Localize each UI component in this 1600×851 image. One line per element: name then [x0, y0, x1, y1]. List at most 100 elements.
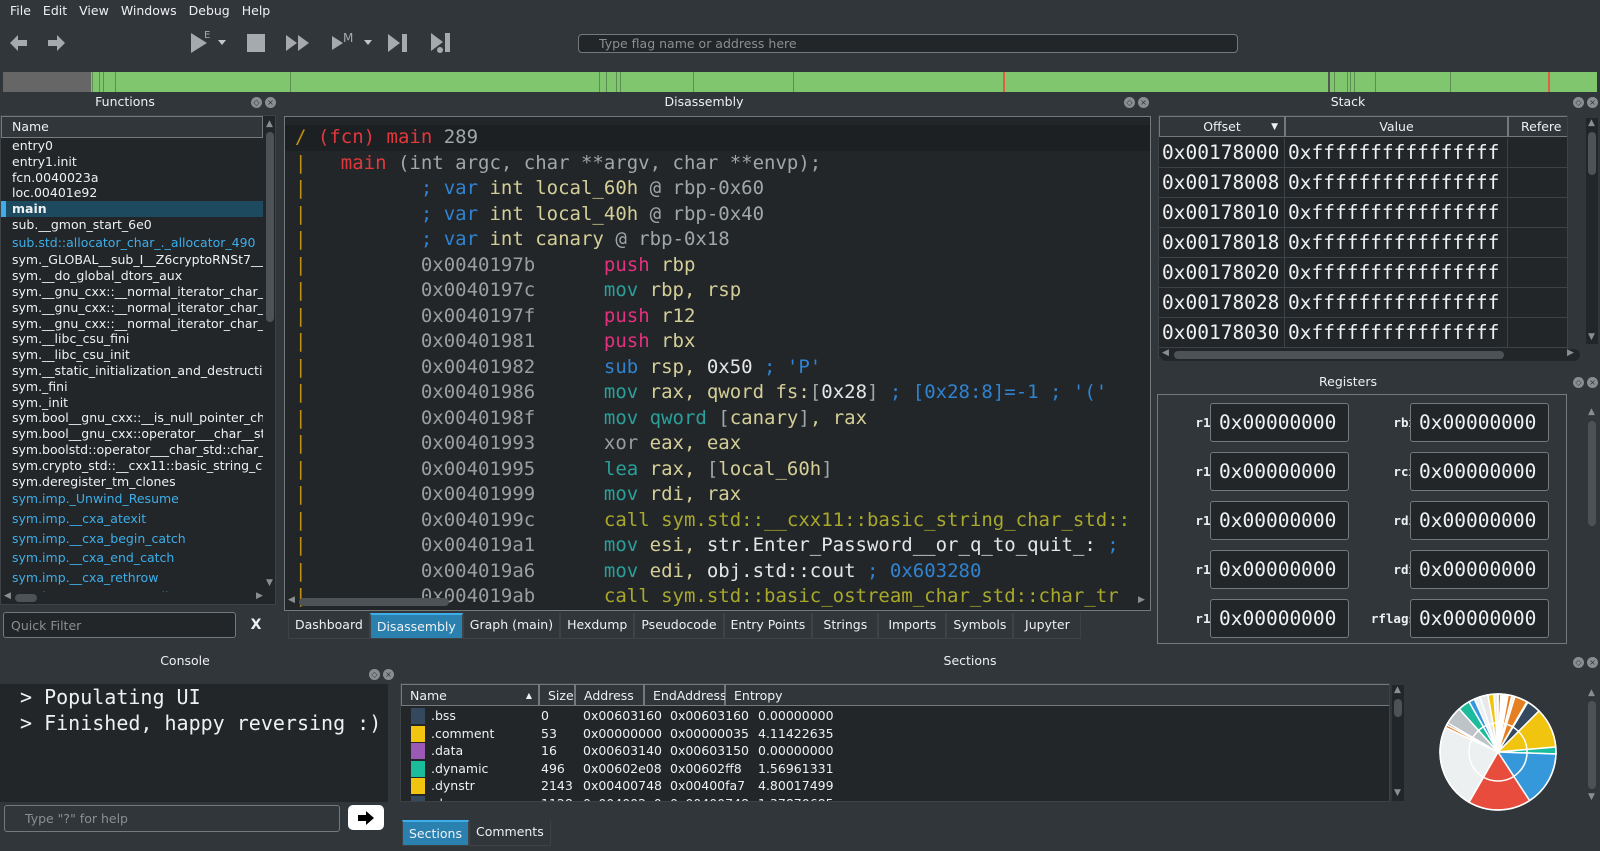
- scroll-thumb[interactable]: [1394, 699, 1402, 717]
- scroll-thumb[interactable]: [266, 132, 274, 322]
- register-value-field[interactable]: 0x00000000: [1410, 452, 1549, 491]
- registers-vscrollbar[interactable]: ▲: [1586, 407, 1598, 643]
- function-item[interactable]: sym.imp.__cxa_rethrow: [1, 568, 263, 588]
- tab-strings[interactable]: Strings: [812, 613, 879, 639]
- section-row[interactable]: .data 16 0x00603140 0x00603150 0.00000000: [401, 742, 1389, 760]
- close-icon[interactable]: ×: [265, 97, 276, 108]
- scroll-left-icon[interactable]: ◀: [288, 595, 295, 605]
- menu-view[interactable]: View: [73, 3, 115, 18]
- stack-row[interactable]: 0x00178028 0xffffffffffffffff: [1159, 288, 1567, 318]
- continue-button[interactable]: [284, 30, 312, 56]
- function-item[interactable]: sym.__gnu_cxx::__normal_iterator_char__s…: [1, 316, 263, 332]
- disassembly-line[interactable]: | 0x00401986 mov rax, qword fs:[0x28] ; …: [285, 380, 1150, 406]
- function-item[interactable]: sym.imp._Unwind_Resume: [1, 489, 263, 509]
- menu-help[interactable]: Help: [236, 3, 277, 18]
- function-item[interactable]: sym.__do_global_dtors_aux: [1, 268, 263, 284]
- sections-address-header[interactable]: Address: [575, 684, 644, 706]
- close-icon[interactable]: ×: [1138, 97, 1149, 108]
- disassembly-line[interactable]: | ; var int local_40h @ rbp-0x40: [285, 202, 1150, 228]
- disassembly-line[interactable]: | 0x00401993 xor eax, eax: [285, 431, 1150, 457]
- close-icon[interactable]: ×: [1587, 377, 1598, 388]
- scroll-right-icon[interactable]: ▶: [1567, 348, 1574, 358]
- function-item[interactable]: sym._GLOBAL__sub_I__Z6cryptoRNSt7__cxx: [1, 252, 263, 268]
- function-item[interactable]: entry0: [1, 138, 263, 154]
- disassembly-line[interactable]: | 0x0040197f push r12: [285, 304, 1150, 330]
- disassembly-line[interactable]: | ; var int canary @ rbp-0x18: [285, 227, 1150, 253]
- function-item[interactable]: sym._init: [1, 395, 263, 411]
- register-value-field[interactable]: 0x00000000: [1210, 599, 1349, 638]
- functions-name-header[interactable]: Name: [1, 116, 263, 138]
- disassembly-line[interactable]: | main (int argc, char **argv, char **en…: [285, 151, 1150, 177]
- stack-row[interactable]: 0x00178010 0xffffffffffffffff: [1159, 198, 1567, 228]
- scroll-up-icon[interactable]: ▲: [1588, 688, 1595, 698]
- disassembly-line[interactable]: | 0x0040198f mov qword [canary], rax: [285, 406, 1150, 432]
- section-row[interactable]: .bss 0 0x00603160 0x00603160 0.00000000: [401, 707, 1389, 725]
- function-item[interactable]: sym.__gnu_cxx::__normal_iterator_char__s…: [1, 284, 263, 300]
- register-value-field[interactable]: 0x00000000: [1210, 501, 1349, 540]
- sections-pie-chart[interactable]: [1438, 692, 1558, 812]
- stop-button[interactable]: [243, 30, 269, 56]
- function-item[interactable]: sym.deregister_tm_clones: [1, 474, 263, 490]
- stack-value[interactable]: 0xffffffffffffffff: [1285, 228, 1508, 258]
- pie-vscrollbar[interactable]: ▲ ▼: [1586, 688, 1598, 804]
- stack-value-header[interactable]: Value: [1285, 116, 1508, 137]
- section-row[interactable]: .dynstr 2143 0x00400748 0x00400fa7 4.8001749…: [401, 777, 1389, 795]
- function-header-line[interactable]: / (fcn) main 289: [285, 125, 1150, 151]
- tab-comments[interactable]: Comments: [468, 820, 551, 846]
- tab-hexdump[interactable]: Hexdump: [560, 613, 635, 639]
- float-icon[interactable]: ◇: [1124, 97, 1135, 108]
- scroll-up-icon[interactable]: ▲: [1394, 685, 1401, 695]
- section-row[interactable]: .dynsym 1128 0x004002e0 0x00400748 1.3787068…: [401, 795, 1389, 801]
- function-item[interactable]: loc.00401e92: [1, 185, 263, 201]
- stack-value[interactable]: 0xffffffffffffffff: [1285, 138, 1508, 168]
- function-item[interactable]: sym.boolstd::operator___char_std::char_t…: [1, 442, 263, 458]
- float-icon[interactable]: ◇: [1573, 657, 1584, 668]
- disassembly-line[interactable]: | ; var int local_60h @ rbp-0x60: [285, 176, 1150, 202]
- tab-imports[interactable]: Imports: [878, 613, 947, 639]
- stack-row[interactable]: 0x00178030 0xffffffffffffffff: [1159, 318, 1567, 348]
- tab-pseudocode[interactable]: Pseudocode: [634, 613, 724, 639]
- stack-offset-header[interactable]: Offset ▼: [1159, 116, 1285, 137]
- stack-reference-header[interactable]: Refere: [1508, 116, 1567, 137]
- scroll-thumb[interactable]: [1588, 701, 1596, 789]
- disassembly-line[interactable]: | 0x00401981 push rbx: [285, 329, 1150, 355]
- function-item[interactable]: sym.__libc_csu_init: [1, 347, 263, 363]
- start-emulation-button[interactable]: E: [186, 30, 216, 56]
- tab-disassembly[interactable]: Disassembly: [369, 613, 463, 639]
- function-item[interactable]: sym.__gnu_cxx::__normal_iterator_char__s…: [1, 300, 263, 316]
- register-value-field[interactable]: 0x00000000: [1410, 403, 1549, 442]
- disassembly-line[interactable]: | 0x004019a1 mov esi, str.Enter_Password…: [285, 533, 1150, 559]
- step-button[interactable]: [385, 30, 411, 56]
- stack-vscrollbar[interactable]: ▲ ▼: [1586, 118, 1598, 344]
- function-item[interactable]: sym.crypto_std::__cxx11::basic_string_ch…: [1, 458, 263, 474]
- tab-entry-points[interactable]: Entry Points: [723, 613, 813, 639]
- close-icon[interactable]: ×: [1587, 657, 1598, 668]
- disassembly-line[interactable]: | 0x00401999 mov rdi, rax: [285, 482, 1150, 508]
- scroll-down-icon[interactable]: ▼: [1588, 332, 1595, 342]
- scroll-left-icon[interactable]: ◀: [4, 591, 11, 601]
- function-item[interactable]: sym.imp.__cxa_begin_catch: [1, 529, 263, 549]
- function-item[interactable]: sym.__static_initialization_and_destruct…: [1, 363, 263, 379]
- register-value-field[interactable]: 0x00000000: [1210, 403, 1349, 442]
- scroll-down-icon[interactable]: ▼: [1394, 788, 1401, 798]
- sections-endaddress-header[interactable]: EndAddress: [644, 684, 727, 706]
- register-value-field[interactable]: 0x00000000: [1410, 501, 1549, 540]
- close-icon[interactable]: ×: [383, 669, 394, 680]
- stack-row[interactable]: 0x00178018 0xffffffffffffffff: [1159, 228, 1567, 258]
- stack-value[interactable]: 0xffffffffffffffff: [1285, 198, 1508, 228]
- function-item[interactable]: fcn.0040023a: [1, 170, 263, 186]
- disassembly-line[interactable]: | 0x0040197b push rbp: [285, 253, 1150, 279]
- function-item[interactable]: sym.imp.__cxa_end_catch: [1, 548, 263, 568]
- float-icon[interactable]: ◇: [369, 669, 380, 680]
- step-over-button[interactable]: [428, 30, 454, 56]
- flag-address-input[interactable]: [578, 34, 1238, 53]
- tab-graph-main[interactable]: Graph (main): [462, 613, 561, 639]
- function-item[interactable]: entry1.init: [1, 154, 263, 170]
- function-item[interactable]: sym.bool__gnu_cxx::__is_null_pointer_cha…: [1, 410, 263, 426]
- continue-until-dropdown[interactable]: [361, 30, 375, 56]
- float-icon[interactable]: ◇: [1573, 377, 1584, 388]
- disassembly-view[interactable]: / (fcn) main 289 | main (int argc, char *…: [284, 116, 1151, 611]
- disassembly-line[interactable]: | 0x0040199c call sym.std::__cxx11::basi…: [285, 508, 1150, 534]
- scroll-thumb[interactable]: [1588, 132, 1596, 175]
- menu-debug[interactable]: Debug: [183, 3, 236, 18]
